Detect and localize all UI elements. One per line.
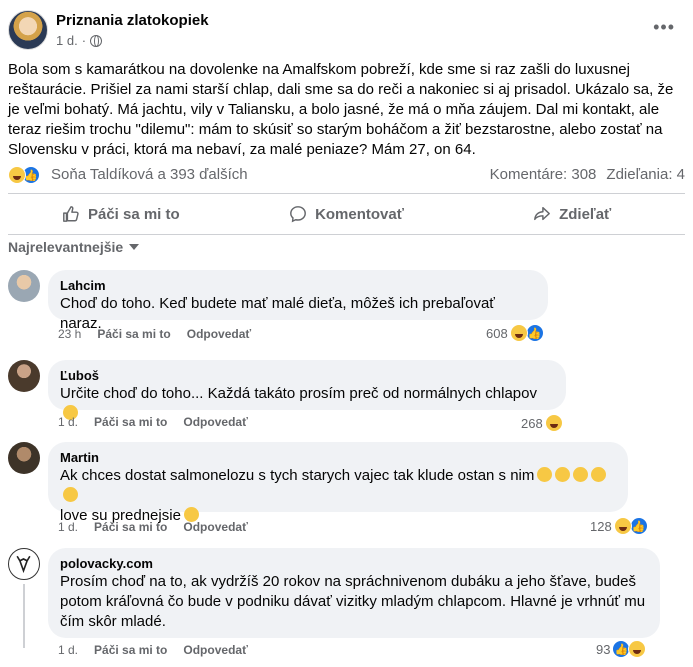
share-icon [534, 206, 551, 221]
comment: Martin Ak chces dostat salmonelozu s tyc… [8, 442, 685, 537]
comment-like-link[interactable]: Páči sa mi to [94, 520, 167, 534]
comment-reaction-count: 608 [486, 325, 508, 341]
comment-reply-link[interactable]: Odpovedať [187, 327, 251, 341]
comment-text: Prosím choď na to, ak vydržíš 20 rokov n… [60, 573, 646, 630]
haha-reaction-icon [613, 517, 632, 535]
comment-reactions[interactable]: 93 👍 [596, 640, 647, 658]
comment-time[interactable]: 1 d. [58, 643, 78, 657]
comment: Ľuboš Určite choď do toho... Každá takát… [8, 360, 685, 432]
avatar[interactable] [8, 270, 40, 302]
comment: Lahcim Choď do toho. Keď budete mať malé… [8, 270, 685, 342]
dot-separator: · [81, 33, 87, 48]
comment-actions: 23 h Páči sa mi to Odpovedať [58, 327, 251, 341]
sort-dropdown[interactable]: Najrelevantnejšie [8, 239, 140, 255]
laughing-emoji-icon [591, 467, 607, 482]
chevron-down-icon [129, 244, 140, 250]
comment-time[interactable]: 1 d. [58, 415, 78, 429]
comment-icon [290, 206, 306, 223]
comment-actions: 1 d. Páči sa mi to Odpovedať [58, 520, 248, 534]
haha-reaction-icon [628, 640, 647, 658]
deer-logo-icon [16, 555, 31, 574]
like-button[interactable]: Páči sa mi to [8, 196, 234, 232]
sort-label: Najrelevantnejšie [8, 239, 124, 255]
comment-button[interactable]: Komentovať [234, 196, 460, 232]
post-actions: Páči sa mi to Komentovať Zdieľať [8, 196, 685, 232]
post-meta: 1 d. · [56, 33, 103, 48]
avatar[interactable] [8, 442, 40, 474]
share-button[interactable]: Zdieľať [459, 196, 685, 232]
haha-reaction-icon [544, 414, 563, 432]
page-name[interactable]: Priznania zlatokopiek [56, 12, 209, 29]
thumbs-up-icon [63, 206, 79, 222]
share-label: Zdieľať [559, 205, 612, 223]
reactions-summary[interactable]: Soňa Taldíková a 393 ďalších [51, 166, 248, 183]
comment-reaction-count: 128 [590, 518, 612, 534]
comment-author[interactable]: Lahcim [60, 278, 536, 294]
divider [8, 193, 685, 194]
comment: polovacky.com Prosím choď na to, ak vydr… [8, 548, 685, 663]
comment-actions: 1 d. Páči sa mi to Odpovedať [58, 643, 248, 657]
reaction-icons[interactable]: 👍 [8, 166, 40, 184]
avatar[interactable] [8, 548, 40, 580]
comment-time[interactable]: 23 h [58, 327, 81, 341]
comment-actions: 1 d. Páči sa mi to Odpovedať [58, 415, 248, 429]
comment-author[interactable]: Martin [60, 450, 616, 466]
comment-reaction-count: 93 [596, 641, 611, 657]
post-text: Bola som s kamarátkou na dovolenke na Am… [8, 61, 674, 158]
like-reaction-icon: 👍 [525, 324, 544, 342]
comment-reactions[interactable]: 128 👍 [590, 517, 648, 535]
divider [8, 234, 685, 235]
shares-count[interactable]: Zdieľania: 4 [606, 166, 685, 183]
comment-bubble: Martin Ak chces dostat salmonelozu s tyc… [48, 442, 628, 524]
comment-like-link[interactable]: Páči sa mi to [94, 643, 167, 657]
laughing-emoji-icon [63, 487, 78, 502]
comment-time[interactable]: 1 d. [58, 520, 78, 534]
comment-reply-link[interactable]: Odpovedať [183, 643, 247, 657]
haha-reaction-icon [8, 166, 26, 184]
laughing-emoji-icon [537, 467, 553, 482]
comment-author[interactable]: Ľuboš [60, 368, 554, 384]
comment-text-content: Určite choď do toho... Každá takáto pros… [60, 385, 537, 402]
comment-bubble: Ľuboš Určite choď do toho... Každá takát… [48, 360, 566, 420]
comment-reply-link[interactable]: Odpovedať [183, 520, 247, 534]
comment-reply-link[interactable]: Odpovedať [183, 415, 247, 429]
comment-text-line1: Ak chces dostat salmonelozu s tych stary… [60, 467, 535, 484]
like-label: Páči sa mi to [87, 205, 180, 223]
laughing-emoji-icon [573, 467, 589, 482]
comments-count[interactable]: Komentáre: 308 [490, 166, 597, 183]
post-header: Priznania zlatokopiek 1 d. · ••• [8, 10, 685, 54]
like-reaction-icon: 👍 [629, 517, 648, 535]
comment-bubble: Lahcim Choď do toho. Keď budete mať malé… [48, 270, 548, 332]
haha-reaction-icon [509, 324, 528, 342]
comment-like-link[interactable]: Páči sa mi to [97, 327, 170, 341]
thread-line [23, 584, 25, 648]
page-avatar[interactable] [8, 10, 48, 50]
post-time[interactable]: 1 d. [56, 33, 78, 48]
avatar[interactable] [8, 360, 40, 392]
more-options-icon[interactable]: ••• [653, 18, 675, 36]
reactions-bar: 👍 Soňa Taldíková a 393 ďalších Komentáre… [8, 165, 685, 185]
globe-icon [90, 34, 103, 47]
comment-like-link[interactable]: Páči sa mi to [94, 415, 167, 429]
comment-author[interactable]: polovacky.com [60, 556, 648, 572]
laughing-emoji-icon [555, 467, 571, 482]
comment-reactions[interactable]: 608 👍 [486, 324, 544, 342]
comment-text: Ak chces dostat salmonelozu s tych stary… [60, 466, 616, 526]
comment-label: Komentovať [315, 205, 404, 223]
comment-reaction-count: 268 [521, 415, 543, 431]
comment-bubble: polovacky.com Prosím choď na to, ak vydr… [48, 548, 660, 638]
comment-reactions[interactable]: 268 [521, 414, 563, 432]
